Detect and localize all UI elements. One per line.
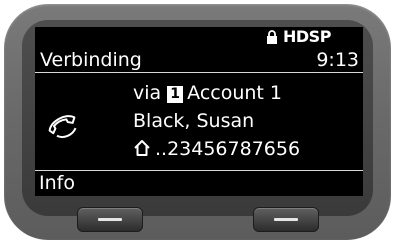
account-number-badge: 1	[167, 86, 184, 103]
caller-number-line: ..23456787656	[133, 138, 300, 160]
screen-title: Verbinding	[40, 49, 142, 71]
clock-time: 9:13	[316, 49, 359, 71]
caller-name: Black, Susan	[133, 110, 255, 132]
softkey-divider	[35, 170, 363, 171]
lock-icon	[267, 30, 277, 44]
home-icon	[134, 140, 150, 156]
account-line: via 1 Account 1	[133, 82, 282, 104]
header-divider	[35, 72, 363, 73]
caller-number: ..23456787656	[155, 138, 301, 160]
minus-icon	[98, 218, 122, 221]
right-softkey-button[interactable]	[253, 207, 319, 232]
handset-icon	[48, 115, 77, 139]
softkey-left-label: Info	[39, 172, 75, 194]
status-bar: HDSP Verbinding 9:13	[35, 27, 363, 71]
minus-icon	[274, 218, 298, 221]
left-softkey-button[interactable]	[77, 207, 143, 232]
account-name: Account 1	[187, 82, 283, 104]
via-label: via	[133, 82, 162, 104]
caller-name-line: Black, Susan	[133, 110, 254, 132]
display-screen: HDSP Verbinding 9:13 via 1 Account 1 Black…	[35, 27, 363, 196]
hdsp-indicator: HDSP	[283, 27, 331, 46]
